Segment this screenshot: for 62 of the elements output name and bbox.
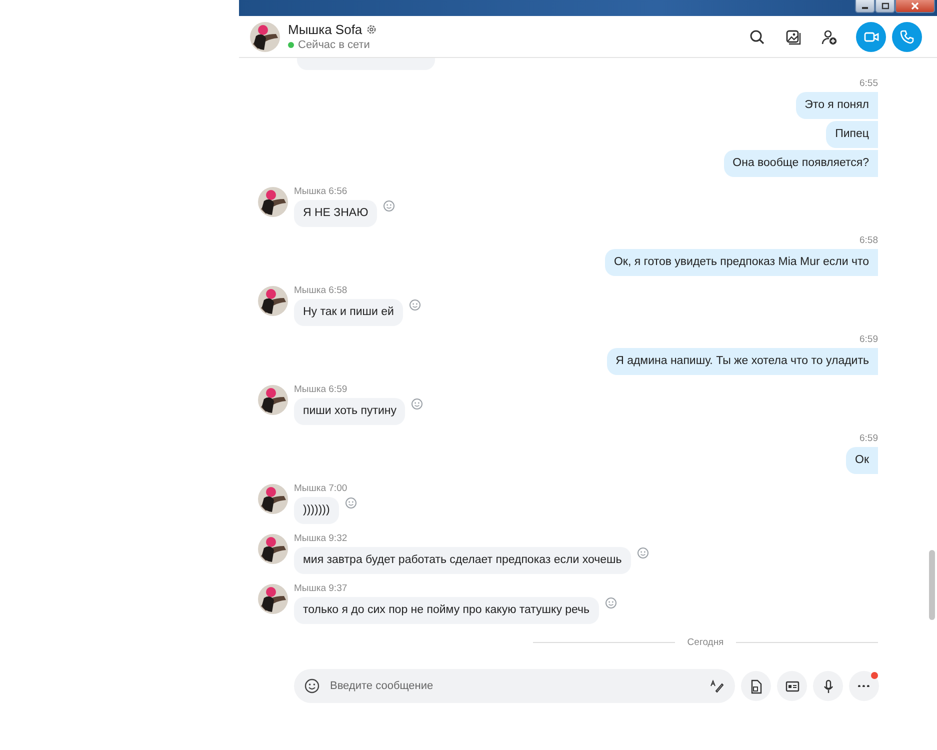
- message-bubble: Ну так и пиши ей: [294, 299, 403, 326]
- avatar-icon: [258, 584, 288, 614]
- message-input-field[interactable]: Введите сообщение: [294, 669, 735, 703]
- message-time: 6:59: [860, 335, 878, 345]
- settings-icon[interactable]: [366, 24, 378, 35]
- message-meta: Мышка 9:37: [294, 584, 348, 594]
- message-bubble: Это я понял: [796, 92, 878, 119]
- avatar-icon: [258, 484, 288, 514]
- scrollbar-thumb[interactable]: [929, 550, 935, 620]
- message-bubble: Пипец: [826, 121, 878, 148]
- handwriting-icon[interactable]: [710, 679, 724, 693]
- close-icon: [911, 2, 919, 10]
- add-person-icon: [821, 28, 837, 44]
- more-button[interactable]: [849, 671, 879, 701]
- message-input[interactable]: Введите сообщение: [328, 679, 702, 693]
- avatar-icon: [258, 286, 288, 316]
- smiley-icon[interactable]: [383, 200, 396, 212]
- search-icon: [749, 28, 765, 44]
- audio-call-button[interactable]: [892, 22, 922, 52]
- message-bubble: Ок: [846, 447, 878, 474]
- message-bubble: Ок, я готов увидеть предпоказ Mia Mur если что: [604, 249, 878, 276]
- contact-name: Мышка Sofa: [288, 22, 362, 37]
- gallery-icon: [785, 28, 801, 44]
- message-bubble: ))))))): [294, 497, 339, 524]
- status-text: Сейчас в сети: [298, 39, 370, 51]
- message-bubble: пиши хоть путину: [294, 398, 406, 425]
- avatar-icon: [258, 534, 288, 564]
- phone-icon: [899, 28, 915, 44]
- smiley-icon[interactable]: [344, 497, 357, 509]
- message-bubble: Она вообще появляется?: [724, 150, 878, 177]
- message-bubble: Я админа напишу. Ты же хотела что то уладить: [606, 348, 878, 375]
- emoji-icon[interactable]: [304, 678, 320, 694]
- file-icon: [748, 678, 764, 694]
- maximize-icon: [881, 2, 889, 10]
- microphone-button[interactable]: [813, 671, 843, 701]
- smiley-icon[interactable]: [604, 597, 617, 609]
- smiley-icon[interactable]: [636, 547, 649, 559]
- message-meta: Мышка 6:56: [294, 187, 348, 197]
- close-button[interactable]: [895, 0, 935, 13]
- message-time: 6:55: [860, 79, 878, 89]
- message-meta: Мышка 6:59: [294, 385, 348, 395]
- smiley-icon[interactable]: [411, 398, 424, 410]
- message-time: 6:59: [860, 434, 878, 444]
- avatar-icon: [258, 187, 288, 217]
- message-meta: Мышка 7:00: [294, 484, 348, 494]
- contact-card-button[interactable]: [777, 671, 807, 701]
- maximize-button[interactable]: [875, 0, 895, 13]
- message-bubble: мия завтра будет работать сделает предпоказ если хочешь: [294, 547, 631, 574]
- avatar-icon: [250, 22, 280, 52]
- minimize-button[interactable]: [855, 0, 875, 13]
- message-meta: Мышка 9:32: [294, 534, 348, 544]
- date-divider-label: Сегодня: [687, 637, 724, 648]
- message-time: 6:58: [860, 236, 878, 246]
- more-icon: [858, 684, 870, 688]
- file-button[interactable]: [741, 671, 771, 701]
- message-bubble: только я до сих пор не пойму про какую татушку речь: [294, 597, 599, 624]
- smiley-icon[interactable]: [408, 299, 421, 311]
- contact-card-icon: [784, 678, 800, 694]
- video-call-button[interactable]: [856, 22, 886, 52]
- message-bubble: Я НЕ ЗНАЮ: [294, 200, 378, 227]
- avatar-icon: [258, 385, 288, 415]
- message-meta: Мышка 6:58: [294, 286, 348, 296]
